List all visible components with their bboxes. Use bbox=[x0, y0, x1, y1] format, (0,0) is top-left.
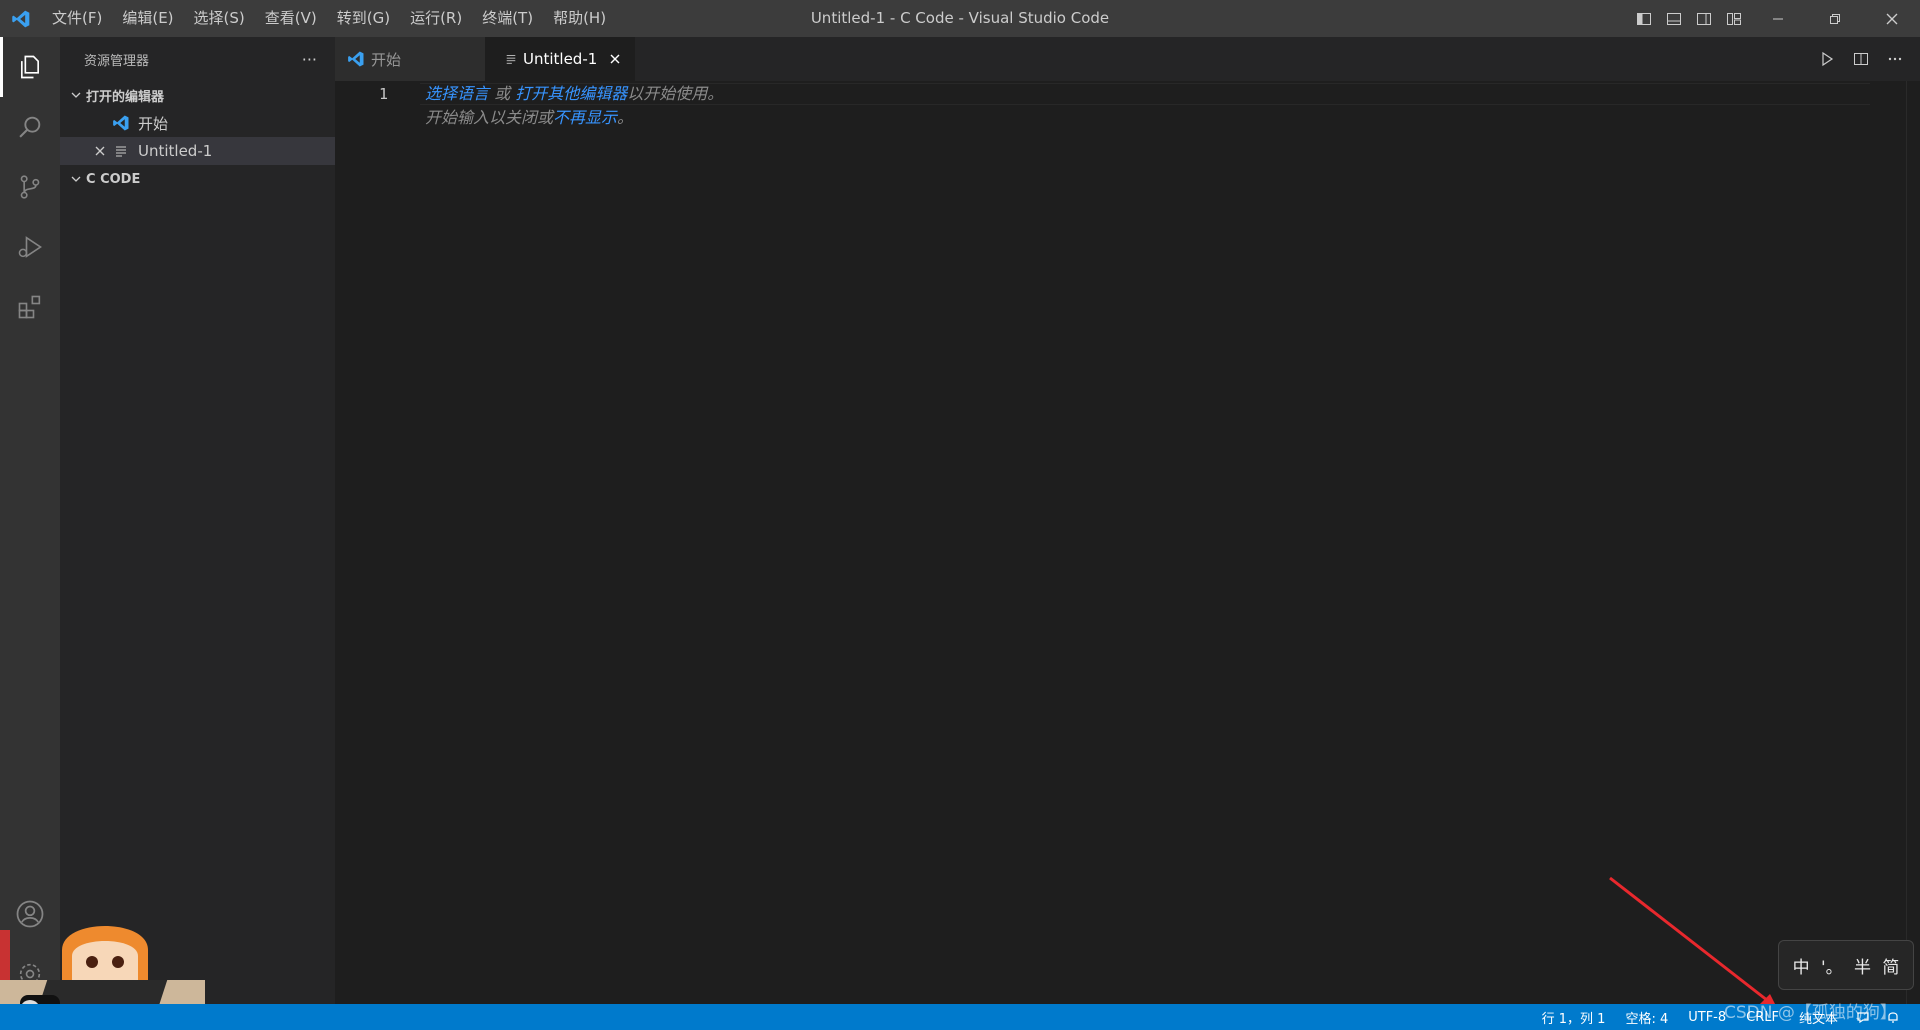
more-actions-icon[interactable]: ··· bbox=[302, 50, 317, 69]
text-file-icon bbox=[110, 144, 132, 158]
run-debug-icon[interactable] bbox=[0, 217, 60, 277]
select-language-link[interactable]: 选择语言 bbox=[425, 84, 489, 103]
indentation[interactable]: 空格: 4 bbox=[1615, 1008, 1678, 1027]
open-editor-label: Untitled-1 bbox=[138, 142, 213, 160]
chevron-down-icon bbox=[66, 173, 86, 185]
open-editor-item-start[interactable]: 开始 bbox=[60, 109, 335, 137]
open-editor-label: 开始 bbox=[138, 114, 169, 133]
vscode-icon bbox=[110, 114, 132, 132]
ime-script[interactable]: 简 bbox=[1882, 953, 1899, 978]
close-tab-icon[interactable] bbox=[609, 53, 621, 65]
explorer-title: 资源管理器 bbox=[84, 53, 150, 69]
ime-punct[interactable]: '。 bbox=[1821, 953, 1843, 978]
open-editors-section[interactable]: 打开的编辑器 bbox=[60, 81, 335, 109]
folder-label: C CODE bbox=[86, 171, 141, 187]
extensions-icon[interactable] bbox=[0, 277, 60, 337]
ime-mode[interactable]: 中 bbox=[1793, 953, 1810, 978]
menu-view[interactable]: 查看(V) bbox=[255, 0, 327, 37]
line-number: 1 bbox=[378, 85, 388, 103]
hint-text-end: 。 bbox=[617, 108, 634, 127]
watermark: CSDN @【孤独的狗】 bbox=[1724, 1003, 1897, 1023]
tab-start[interactable]: 开始 bbox=[335, 37, 485, 81]
ime-width[interactable]: 半 bbox=[1854, 953, 1871, 978]
menu-run[interactable]: 运行(R) bbox=[400, 0, 472, 37]
tab-untitled-1[interactable]: Untitled-1 bbox=[485, 37, 635, 81]
minimize-button[interactable] bbox=[1749, 0, 1806, 37]
menu-help[interactable]: 帮助(H) bbox=[543, 0, 616, 37]
more-actions-icon[interactable] bbox=[1878, 37, 1912, 81]
explorer-header: 资源管理器 ··· bbox=[60, 37, 335, 81]
menu-go[interactable]: 转到(G) bbox=[327, 0, 400, 37]
search-icon[interactable] bbox=[0, 97, 60, 157]
source-control-icon[interactable] bbox=[0, 157, 60, 217]
hint-text: 开始输入以关闭或 bbox=[425, 108, 554, 127]
chevron-down-icon bbox=[66, 89, 86, 101]
open-editors-label: 打开的编辑器 bbox=[86, 89, 165, 105]
customize-layout-icon[interactable] bbox=[1719, 0, 1749, 37]
editor-tabs: 开始 Untitled-1 bbox=[335, 37, 1920, 81]
restore-button[interactable] bbox=[1806, 0, 1863, 37]
explorer-icon[interactable] bbox=[0, 37, 60, 97]
menu-file[interactable]: 文件(F) bbox=[42, 0, 112, 37]
ime-status-popup[interactable]: 中 '。 半 简 bbox=[1778, 940, 1914, 990]
split-editor-icon[interactable] bbox=[1844, 37, 1878, 81]
text-file-icon bbox=[505, 53, 517, 65]
overview-ruler[interactable] bbox=[1906, 81, 1920, 1004]
hint-separator: 或 bbox=[489, 84, 516, 103]
editor-hint-line-2: 开始输入以关闭或不再显示。 bbox=[425, 107, 633, 129]
toggle-primary-sidebar-icon[interactable] bbox=[1629, 0, 1659, 37]
vscode-icon bbox=[347, 50, 365, 68]
run-icon[interactable] bbox=[1810, 37, 1844, 81]
hint-text: 以开始使用。 bbox=[627, 84, 724, 103]
title-bar: 文件(F) 编辑(E) 选择(S) 查看(V) 转到(G) 运行(R) 终端(T… bbox=[0, 0, 1920, 37]
menu-edit[interactable]: 编辑(E) bbox=[112, 0, 183, 37]
vscode-logo-icon bbox=[0, 0, 42, 37]
tab-label: 开始 bbox=[371, 50, 402, 69]
editor-actions bbox=[1810, 37, 1912, 81]
tab-label: Untitled-1 bbox=[523, 50, 598, 68]
folder-section[interactable]: C CODE bbox=[60, 165, 335, 193]
status-bar: 行 1，列 1 空格: 4 UTF-8 CRLF 纯文本 bbox=[0, 1004, 1920, 1030]
cursor-position[interactable]: 行 1，列 1 bbox=[1532, 1008, 1616, 1027]
open-editor-item-untitled[interactable]: Untitled-1 bbox=[60, 137, 335, 165]
activity-bar bbox=[0, 37, 60, 1004]
dont-show-again-link[interactable]: 不再显示 bbox=[553, 108, 617, 127]
title-bar-controls bbox=[1629, 0, 1920, 37]
explorer-sidebar: 资源管理器 ··· 打开的编辑器 开始 Untitled-1 C CODE bbox=[60, 37, 335, 1004]
menu-terminal[interactable]: 终端(T) bbox=[472, 0, 543, 37]
open-other-editor-link[interactable]: 打开其他编辑器 bbox=[515, 84, 627, 103]
editor-hint-line-1: 选择语言 或 打开其他编辑器以开始使用。 bbox=[425, 83, 723, 105]
menu-selection[interactable]: 选择(S) bbox=[184, 0, 255, 37]
editor-area[interactable]: 1 选择语言 或 打开其他编辑器以开始使用。 开始输入以关闭或不再显示。 bbox=[335, 81, 1920, 1004]
menu-bar: 文件(F) 编辑(E) 选择(S) 查看(V) 转到(G) 运行(R) 终端(T… bbox=[42, 0, 616, 37]
toggle-secondary-sidebar-icon[interactable] bbox=[1689, 0, 1719, 37]
toggle-panel-icon[interactable] bbox=[1659, 0, 1689, 37]
close-window-button[interactable] bbox=[1863, 0, 1920, 37]
close-editor-icon[interactable] bbox=[90, 145, 110, 157]
